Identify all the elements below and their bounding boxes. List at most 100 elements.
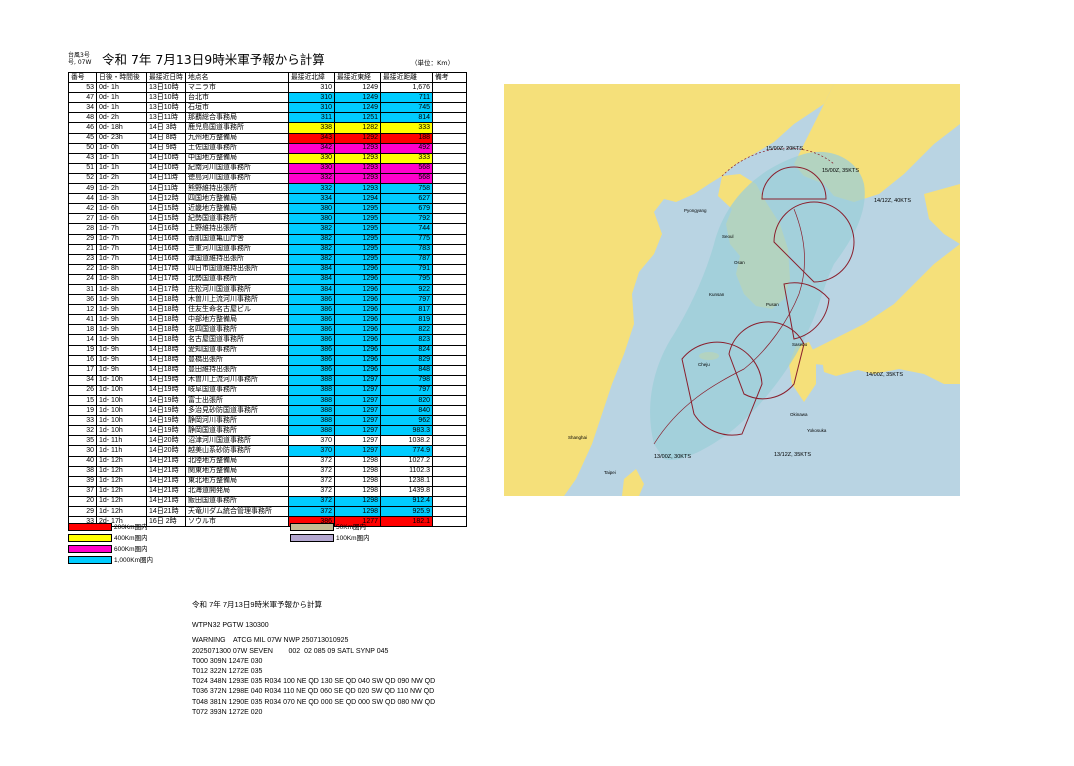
- cell-lat: 310: [288, 82, 335, 94]
- cell-when: 14日18時: [146, 344, 186, 356]
- cell-lat: 332: [288, 172, 335, 185]
- cell-dist: 188: [380, 132, 433, 144]
- cell-place: 庄松河川国道事務所: [185, 283, 289, 296]
- cell-note: [432, 516, 467, 528]
- cell-note: [432, 263, 467, 275]
- cell-after: 1d- 8h: [96, 283, 147, 296]
- cell-dist: 1102.3: [380, 465, 433, 477]
- cell-place: 東北地方整備局: [185, 475, 289, 487]
- cell-dist: 1027.2: [380, 455, 433, 467]
- cell-note: [432, 314, 467, 326]
- legend-label-400km: 400Km圏内: [114, 535, 148, 542]
- cell-dist: 568: [380, 172, 433, 185]
- cell-when: 14日19時: [146, 425, 186, 437]
- cell-no: 40: [68, 455, 97, 467]
- cell-when: 13日10時: [146, 82, 186, 94]
- cell-lon: 1293: [334, 162, 381, 174]
- cell-lat: 382: [288, 253, 335, 265]
- col-header-when: 最接近日時: [146, 71, 186, 84]
- cell-after: 1d- 9h: [96, 364, 147, 376]
- cell-dist: 775: [380, 233, 433, 245]
- legend-label-100km: 100Km圏内: [336, 535, 370, 542]
- cell-lat: 380: [288, 203, 335, 215]
- cell-dist: 568: [380, 162, 433, 174]
- cell-lat: 380: [288, 213, 335, 225]
- cell-place: 岐阜国道事務所: [185, 384, 289, 397]
- cell-note: [432, 364, 467, 376]
- table-row: 40 1d- 12h 14日21時 北陸地方整備局 372 1298 1027.2: [68, 455, 467, 467]
- table-header-row: 番号 日後・時間後 最接近日時 地点名 最接近北緯 最接近東経 最接近距離 備考: [68, 71, 467, 84]
- cell-place: 越美山系砂防事務所: [185, 445, 289, 457]
- cell-note: [432, 102, 467, 114]
- track-label-t6: 13/00Z, 30KTS: [654, 454, 691, 460]
- cell-no: 44: [68, 193, 97, 205]
- warning-line: T072 393N 1272E 020: [192, 708, 263, 716]
- cell-when: 14日 9時: [146, 142, 186, 154]
- cell-no: 26: [68, 384, 97, 397]
- legend-label-50km: 50Km圏内: [336, 524, 366, 531]
- warning-line: T000 309N 1247E 030: [192, 657, 263, 665]
- table-row: 19 1d- 9h 14日18時 愛知国道事務所 386 1296 824: [68, 344, 467, 356]
- jtwc-warning-text: 令和 7年 7月13日9時米軍予報から計算 WTPN32 PGTW 130300…: [192, 600, 435, 718]
- legend-swatch-50km: [290, 523, 334, 531]
- table-row: 24 1d- 8h 14日17時 北勢国道事務所 384 1296 795: [68, 273, 467, 285]
- cell-place: 木曽川上流河川事務所: [185, 374, 289, 386]
- cell-lat: 384: [288, 283, 335, 296]
- cell-place: 木曽川上流河川事務所: [185, 294, 289, 306]
- cell-after: 1d- 12h: [96, 465, 147, 477]
- cell-lon: 1249: [334, 82, 381, 94]
- cell-when: 14日20時: [146, 445, 186, 457]
- report-sheet: 台風3号 号, 07W 令和 7年 7月13日9時米軍予報から計算 （単位：Km…: [0, 0, 1074, 766]
- table-row: 52 1d- 2h 14日11時 徳島河川国道事務所 332 1293 568: [68, 172, 467, 185]
- cell-note: [432, 415, 467, 427]
- cell-after: 1d- 3h: [96, 193, 147, 205]
- cell-after: 1d- 2h: [96, 183, 147, 195]
- cell-when: 14日17時: [146, 283, 186, 296]
- cell-after: 1d- 10h: [96, 415, 147, 427]
- cell-when: 14日19時: [146, 405, 186, 417]
- legend-swatch-200km: [68, 523, 112, 531]
- cell-note: [432, 273, 467, 285]
- city-label-pyongyang: Pyongyang: [684, 208, 707, 213]
- warning-title: 令和 7年 7月13日9時米軍予報から計算: [192, 600, 323, 609]
- cell-note: [432, 142, 467, 154]
- cell-lat: 338: [288, 122, 335, 134]
- cell-dist: 333: [380, 152, 433, 164]
- city-label-kunsan: Kunsan: [709, 292, 725, 297]
- cell-after: 0d- 1h: [96, 92, 147, 104]
- cell-dist: 745: [380, 102, 433, 114]
- cell-lat: 382: [288, 233, 335, 245]
- cell-place: 紀南河川国道事務所: [185, 162, 289, 174]
- table-row: 26 1d- 10h 14日19時 岐阜国道事務所 388 1297 797: [68, 384, 467, 397]
- cell-lon: 1249: [334, 92, 381, 104]
- cell-dist: 792: [380, 213, 433, 225]
- cell-dist: 1038.2: [380, 435, 433, 447]
- cell-after: 1d- 9h: [96, 334, 147, 346]
- legend-label-1000km: 1,000Km圏内: [114, 557, 154, 564]
- cell-after: 1d- 10h: [96, 394, 147, 407]
- col-header-place: 地点名: [185, 71, 289, 84]
- cell-dist: 791: [380, 263, 433, 275]
- cell-place: 那覇総合事務局: [185, 112, 289, 124]
- cell-when: 14日21時: [146, 495, 186, 508]
- table-row: 12 1d- 9h 14日18時 住友生命名古屋ビル 386 1296 817: [68, 304, 467, 316]
- cell-lat: 386: [288, 364, 335, 376]
- cell-lat: 384: [288, 273, 335, 285]
- cell-lon: 1297: [334, 435, 381, 447]
- cell-place: 中部地方整備局: [185, 314, 289, 326]
- cell-lon: 1293: [334, 183, 381, 195]
- city-label-cheju: Cheju: [698, 362, 710, 367]
- cell-place: 土佐国道事務所: [185, 142, 289, 154]
- typhoon-label-line1: 台風3号: [68, 52, 90, 59]
- cell-place: 北勢国道事務所: [185, 273, 289, 285]
- city-label-shanghai: Shanghai: [568, 435, 587, 440]
- cell-lon: 1296: [334, 364, 381, 376]
- city-label-taipei: Taipei: [604, 470, 616, 475]
- cell-lon: 1297: [334, 445, 381, 457]
- cell-lat: 386: [288, 304, 335, 316]
- table-row: 20 1d- 12h 14日21時 飯田国道事務所 372 1298 912.4: [68, 495, 467, 508]
- cell-lon: 1297: [334, 425, 381, 437]
- legend-swatch-400km: [68, 534, 112, 542]
- cell-no: 33: [68, 415, 97, 427]
- cell-dist: 840: [380, 405, 433, 417]
